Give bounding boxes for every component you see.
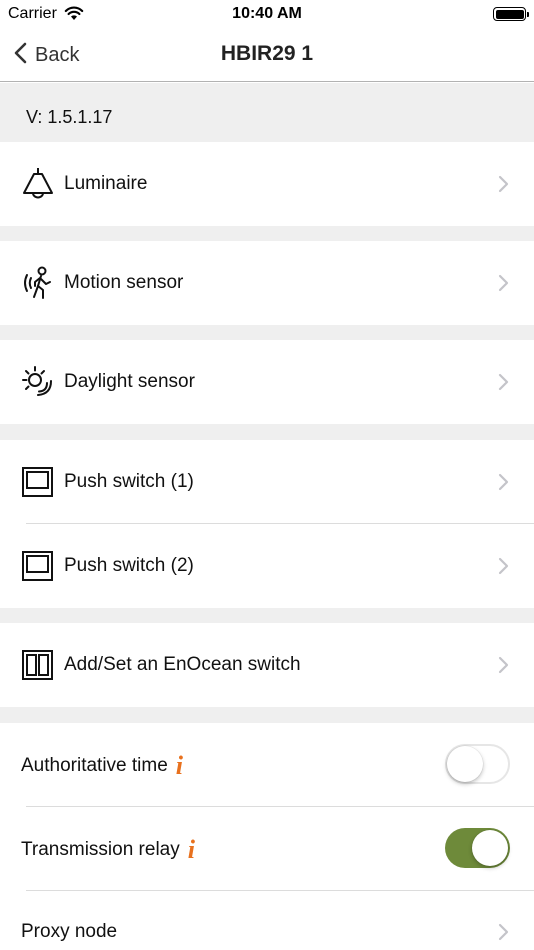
push-switch-2-row[interactable]: Push switch (2) xyxy=(0,524,534,608)
enocean-switch-row[interactable]: Add/Set an EnOcean switch xyxy=(0,623,534,707)
luminaire-row[interactable]: Luminaire xyxy=(0,142,534,226)
lamp-icon xyxy=(20,166,56,202)
info-icon[interactable]: i xyxy=(188,835,195,865)
daylight-sensor-icon xyxy=(20,364,56,400)
motion-sensor-row[interactable]: Motion sensor xyxy=(0,241,534,325)
authoritative-time-toggle[interactable] xyxy=(445,744,510,784)
page-title: HBIR29 1 xyxy=(220,42,314,65)
clock: 10:40 AM xyxy=(232,5,302,22)
push-switch-icon xyxy=(20,548,56,584)
section-gap xyxy=(0,325,534,340)
motion-sensor-icon xyxy=(20,265,56,301)
motion-sensor-label: Motion sensor xyxy=(64,272,184,293)
authoritative-time-label: Authoritative time xyxy=(21,755,168,776)
daylight-sensor-label: Daylight sensor xyxy=(64,371,195,392)
transmission-relay-toggle[interactable] xyxy=(445,828,510,868)
chevron-right-icon xyxy=(498,175,510,193)
enocean-switch-icon xyxy=(20,647,56,683)
chevron-right-icon xyxy=(498,557,510,575)
toggle-knob xyxy=(447,746,483,782)
transmission-relay-row: Transmission relay i xyxy=(0,807,534,890)
transmission-relay-text: Transmission relay i xyxy=(21,835,195,865)
authoritative-time-row: Authoritative time i xyxy=(0,723,534,806)
section-gap xyxy=(0,226,534,241)
status-bar: Carrier 10:40 AM xyxy=(0,0,534,28)
chevron-right-icon xyxy=(498,923,510,941)
section-gap xyxy=(0,608,534,623)
version-header: V: 1.5.1.17 xyxy=(0,83,534,142)
version-label: V: 1.5.1.17 xyxy=(26,107,113,127)
section-gap xyxy=(0,707,534,723)
chevron-right-icon xyxy=(498,656,510,674)
toggle-knob xyxy=(472,830,508,866)
push-switch-icon xyxy=(20,464,56,500)
navigation-bar: Back HBIR29 1 xyxy=(0,28,534,82)
daylight-sensor-row[interactable]: Daylight sensor xyxy=(0,340,534,424)
push-switch-1-row[interactable]: Push switch (1) xyxy=(0,440,534,523)
battery-icon xyxy=(493,7,529,21)
transmission-relay-label: Transmission relay xyxy=(21,839,180,860)
chevron-right-icon xyxy=(498,274,510,292)
luminaire-label: Luminaire xyxy=(64,173,148,194)
chevron-right-icon xyxy=(498,473,510,491)
chevron-right-icon xyxy=(498,373,510,391)
enocean-switch-label: Add/Set an EnOcean switch xyxy=(64,654,301,675)
authoritative-time-text: Authoritative time i xyxy=(21,751,183,781)
push-switch-2-label: Push switch (2) xyxy=(64,555,194,576)
section-gap xyxy=(0,424,534,440)
info-icon[interactable]: i xyxy=(176,751,183,781)
proxy-node-row[interactable]: Proxy node xyxy=(0,891,534,950)
push-switch-1-label: Push switch (1) xyxy=(64,471,194,492)
proxy-node-label: Proxy node xyxy=(21,921,118,942)
